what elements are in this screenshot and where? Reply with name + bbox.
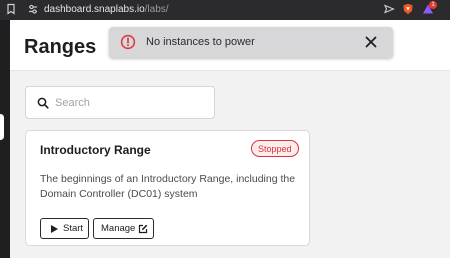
site-settings-icon[interactable] — [27, 3, 39, 15]
edit-icon — [138, 224, 148, 234]
sidebar-handle[interactable] — [0, 114, 4, 140]
manage-button[interactable]: Manage — [93, 218, 154, 239]
address-bar[interactable]: dashboard.snaplabs.io/labs/ — [44, 4, 169, 16]
search-icon — [37, 97, 49, 109]
notification-toast: No instances to power — [109, 27, 393, 58]
close-icon[interactable] — [363, 34, 379, 50]
url-path: /labs/ — [144, 4, 169, 15]
browser-toolbar: dashboard.snaplabs.io/labs/ 1 — [0, 0, 450, 20]
brave-shield-icon[interactable] — [402, 3, 414, 15]
start-button-label: Start — [63, 223, 84, 234]
search-input[interactable] — [55, 95, 205, 111]
start-button[interactable]: Start — [40, 218, 89, 239]
alert-circle-icon — [120, 34, 136, 50]
send-icon[interactable] — [383, 3, 395, 15]
rewards-badge: 1 — [429, 1, 437, 9]
status-badge: Stopped — [251, 140, 299, 157]
toast-message: No instances to power — [146, 36, 255, 48]
sidebar-rail — [0, 20, 10, 258]
range-card: Introductory Range Stopped The beginning… — [25, 130, 310, 246]
url-host: dashboard.snaplabs.io — [44, 4, 145, 15]
page-title: Ranges — [24, 36, 97, 58]
range-description: The beginnings of an Introductory Range,… — [40, 173, 296, 200]
range-title: Introductory Range — [40, 143, 151, 157]
play-icon — [51, 225, 58, 233]
bookmark-icon[interactable] — [5, 3, 17, 15]
manage-button-label: Manage — [101, 223, 136, 234]
search-box — [25, 86, 215, 119]
